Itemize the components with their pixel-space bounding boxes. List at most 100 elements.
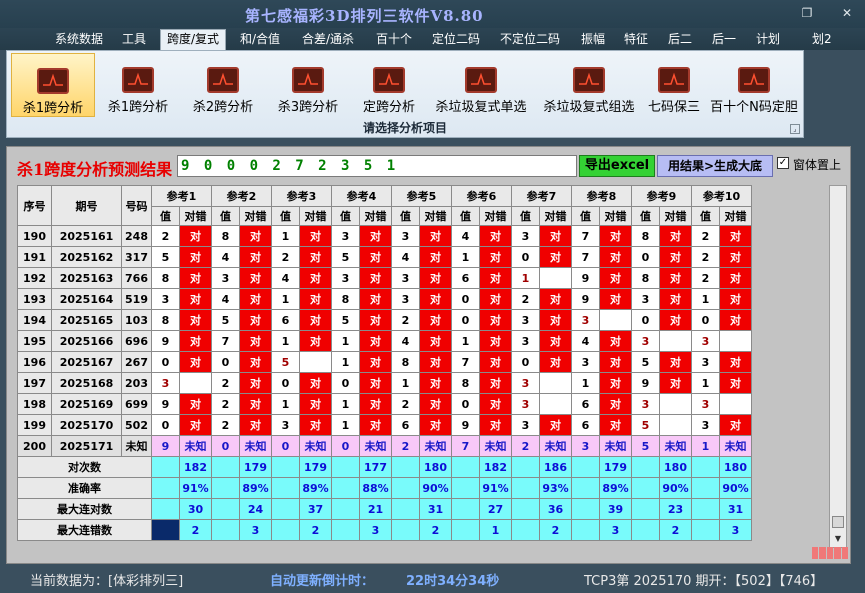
subheader-result: 对错: [299, 206, 332, 226]
menu-bar: 系统数据 工具 跨度/复式 和/合值 合差/通杀 百十个 定位二码 不定位二码 …: [0, 28, 865, 50]
menu-unfixed-two[interactable]: 不定位二码: [500, 31, 560, 50]
row-issue: 2025170: [51, 414, 122, 436]
hit-cell: 对: [419, 267, 452, 289]
scroll-down-icon[interactable]: ▼: [832, 533, 844, 545]
stats-row: 准确率 91% 89% 89% 88% 90% 91% 93% 89% 90% 90%: [17, 477, 752, 499]
scroll-thumb[interactable]: [832, 516, 844, 528]
table-row[interactable]: 195 2025166 696 9 对 7 对 1 对 1 对 4 对 1 对 3 对 4 对 3 3: [17, 330, 752, 352]
value-cell: 1: [331, 330, 360, 352]
result-field[interactable]: 9 0 0 0 2 7 2 3 5 1: [177, 155, 577, 177]
row-issue: 2025161: [51, 225, 122, 247]
row-seq: 197: [17, 372, 52, 394]
table-row[interactable]: 191 2025162 317 5 对 4 对 2 对 5 对 4 对 1 对 0 对 7 对 0 对 2 对: [17, 246, 752, 268]
restore-icon[interactable]: ❐: [796, 4, 818, 22]
stats-spacer: [571, 519, 600, 541]
value-cell: 9: [151, 393, 180, 415]
row-code: 203: [121, 372, 152, 394]
menu-system-data[interactable]: 系统数据: [55, 31, 103, 50]
hit-cell: 对: [659, 246, 692, 268]
header-ref: 参考2: [211, 185, 272, 207]
table-row[interactable]: 190 2025161 248 2 对 8 对 1 对 3 对 3 对 4 对 3 对 7 对 8 对 2 对: [17, 225, 752, 247]
stats-value: 179: [239, 456, 272, 478]
stats-value: 31: [419, 498, 452, 520]
row-issue: 2025163: [51, 267, 122, 289]
stats-spacer: [511, 498, 540, 520]
menu-positions[interactable]: 百十个: [376, 31, 412, 50]
miss-cell: [179, 372, 212, 394]
ribbon-caption: 请选择分析项目: [362, 121, 447, 135]
ontop-checkbox[interactable]: ✓: [777, 157, 789, 169]
menu-plan[interactable]: 计划: [756, 31, 780, 50]
ribbon-fixed-span[interactable]: 定跨分析: [353, 53, 425, 117]
value-cell: 4: [391, 246, 420, 268]
ribbon-junk-single[interactable]: 杀垃圾复式单选: [429, 53, 533, 117]
hit-cell: 对: [239, 372, 272, 394]
generate-base-button[interactable]: 用结果>生成大底: [657, 155, 773, 177]
hit-cell: 对: [659, 372, 692, 394]
row-code: 317: [121, 246, 152, 268]
table-row[interactable]: 192 2025163 766 8 对 3 对 4 对 3 对 3 对 6 对 1 9 对 8 对 2 对: [17, 267, 752, 289]
menu-last-two[interactable]: 后二: [668, 31, 692, 50]
row-seq: 190: [17, 225, 52, 247]
hit-cell: 对: [719, 414, 752, 436]
pred-seq: 200: [17, 435, 52, 457]
chart-icon: [292, 67, 324, 93]
ribbon-n-code-banker[interactable]: 百十个N码定胆: [707, 53, 801, 117]
vertical-scrollbar[interactable]: ▼: [829, 185, 847, 548]
ribbon-kill1-span-active[interactable]: 杀1跨分析: [11, 53, 95, 117]
stats-value: 88%: [359, 477, 392, 499]
row-code: 766: [121, 267, 152, 289]
analysis-table: 序号 期号 号码 参考1 参考2 参考3 参考4 参考5 参考6 参考7 参考8 参考9 参考10 值对错…: [17, 185, 752, 541]
stats-spacer: [511, 456, 540, 478]
menu-plan-2[interactable]: 划2: [812, 31, 832, 50]
ribbon-junk-group[interactable]: 杀垃圾复式组选: [537, 53, 641, 117]
chart-icon: [373, 67, 405, 93]
ribbon-kill2-span[interactable]: 杀2跨分析: [183, 53, 263, 117]
ribbon-kill1-span[interactable]: 杀1跨分析: [99, 53, 177, 117]
ribbon-kill3-span[interactable]: 杀3跨分析: [269, 53, 347, 117]
hit-cell: 对: [659, 225, 692, 247]
table-row[interactable]: 198 2025169 699 9 对 2 对 1 对 1 对 2 对 0 对 3 6 对 3 3: [17, 393, 752, 415]
hit-cell: 对: [479, 225, 512, 247]
hit-cell: 对: [479, 351, 512, 373]
value-cell: 0: [451, 309, 480, 331]
menu-span-compound[interactable]: 跨度/复式: [160, 29, 227, 50]
hit-cell: 对: [179, 225, 212, 247]
hit-cell: 对: [419, 246, 452, 268]
menu-fixed-two[interactable]: 定位二码: [432, 31, 480, 50]
menu-sum-value[interactable]: 和/合值: [240, 31, 280, 50]
hit-cell: 对: [719, 267, 752, 289]
ribbon-seven-keep-three[interactable]: 七码保三: [643, 53, 705, 117]
value-cell: 3: [691, 330, 720, 352]
table-row[interactable]: 194 2025165 103 8 对 5 对 6 对 5 对 2 对 0 对 3 对 3 0 对 0 对: [17, 309, 752, 331]
value-cell: 0: [331, 372, 360, 394]
miss-cell: [539, 372, 572, 394]
table-row[interactable]: 197 2025168 203 3 2 对 0 对 0 对 1 对 8 对 3 1 对 9 对 1 对: [17, 372, 752, 394]
pred-result: 未知: [479, 435, 512, 457]
menu-last-one[interactable]: 后一: [712, 31, 736, 50]
table-row[interactable]: 199 2025170 502 0 对 2 对 3 对 1 对 6 对 9 对 3 对 6 对 5 3 对: [17, 414, 752, 436]
stats-label: 对次数: [17, 456, 152, 478]
menu-tools[interactable]: 工具: [122, 31, 146, 50]
hit-cell: 对: [359, 351, 392, 373]
close-icon[interactable]: ✕: [836, 4, 858, 22]
dialog-launcher-icon[interactable]: ⌟: [790, 124, 800, 134]
hit-cell: 对: [359, 393, 392, 415]
value-cell: 8: [151, 309, 180, 331]
table-row[interactable]: 193 2025164 519 3 对 4 对 1 对 8 对 3 对 0 对 2 对 9 对 3 对 1 对: [17, 288, 752, 310]
hit-cell: 对: [299, 414, 332, 436]
hit-cell: 对: [299, 225, 332, 247]
menu-features[interactable]: 特征: [624, 31, 648, 50]
hit-cell: 对: [239, 246, 272, 268]
row-issue: 2025165: [51, 309, 122, 331]
miss-cell: [599, 309, 632, 331]
menu-diff-kill[interactable]: 合差/通杀: [302, 31, 354, 50]
table-row[interactable]: 196 2025167 267 0 对 0 对 5 1 对 8 对 7 对 0 对 3 对 5 对 3 对: [17, 351, 752, 373]
prediction-row[interactable]: 200 2025171 未知 9 未知 0 未知 0 未知 0 未知 2 未知 7 未知 2 未知 3 未知 5 未知 1…: [17, 435, 752, 457]
row-code: 502: [121, 414, 152, 436]
value-cell: 1: [331, 351, 360, 373]
export-excel-button[interactable]: 导出excel: [579, 155, 655, 177]
value-cell: 1: [691, 372, 720, 394]
menu-amplitude[interactable]: 振幅: [581, 31, 605, 50]
value-cell: 3: [391, 288, 420, 310]
